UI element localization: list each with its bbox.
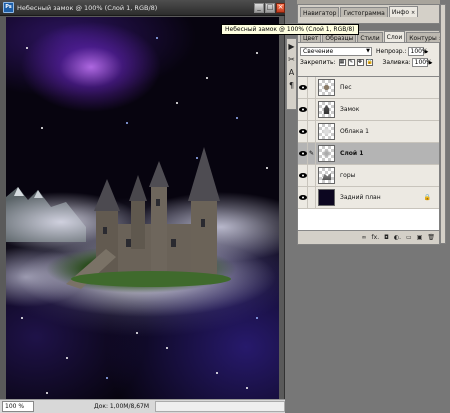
panel-tool-column: ▶ ✂ A ¶ <box>286 38 297 110</box>
eye-icon[interactable] <box>298 164 308 187</box>
castle-graphic <box>66 147 231 289</box>
layer-thumbnail <box>318 189 335 206</box>
minimize-button[interactable]: _ <box>254 3 264 13</box>
layer-link-cell[interactable] <box>308 98 316 121</box>
brush-icon[interactable]: ✎ <box>308 142 316 165</box>
document-size-info: Док: 1,00M/8,67M <box>94 403 150 410</box>
maximize-button[interactable]: □ <box>265 3 275 13</box>
eye-icon[interactable] <box>298 98 308 121</box>
title-tooltip: Небесный замок @ 100% (Слой 1, RGB/8) <box>221 24 359 35</box>
layer-thumbnail <box>318 123 335 140</box>
opacity-label: Непрозр.: <box>376 48 407 55</box>
opacity-field[interactable]: 100% <box>407 47 428 56</box>
document-status-bar: 100 % Док: 1,00M/8,67M ▶ <box>0 399 285 413</box>
layer-thumbnail <box>318 167 335 184</box>
image-canvas[interactable] <box>6 17 279 399</box>
layer-row[interactable]: Замок <box>298 98 439 121</box>
lock-icon: 🔒 <box>423 194 431 201</box>
layer-link-cell[interactable] <box>308 120 316 143</box>
tab-layers[interactable]: Слои <box>383 31 406 42</box>
trash-icon[interactable]: 🗑 <box>427 234 435 241</box>
layer-row[interactable]: Задний план 🔒 <box>298 186 439 209</box>
layer-thumbnail <box>318 79 335 96</box>
layers-panel: Цвет Образцы Стили Слои Контуры× Свечени… <box>297 30 446 245</box>
lock-all-icon[interactable]: 🔒 <box>365 59 373 66</box>
close-panel-icon[interactable]: × <box>411 10 415 16</box>
layer-mask-icon[interactable]: ◘ <box>384 234 389 241</box>
layer-name: Слой 1 <box>340 150 364 157</box>
lock-label: Закрепить: <box>300 59 336 66</box>
layer-style-icon[interactable]: fx. <box>372 234 380 241</box>
fill-label: Заливка: <box>382 59 411 66</box>
tab-navigator[interactable]: Навигатор <box>300 7 340 17</box>
lock-position-icon[interactable]: ✥ <box>356 59 364 66</box>
navigator-tabs: Навигатор Гистограмма Инфо × <box>298 5 439 17</box>
layer-link-cell[interactable] <box>308 164 316 187</box>
tab-info[interactable]: Инфо × <box>388 6 419 17</box>
layer-name: горы <box>340 172 356 179</box>
layers-bottom-toolbar: ∞ fx. ◘ ◐. ▭ ▣ 🗑 <box>298 230 439 244</box>
eye-icon[interactable] <box>298 142 308 165</box>
horizontal-scrollbar[interactable] <box>155 401 285 412</box>
tab-styles[interactable]: Стили <box>357 32 383 42</box>
layer-name: Облака 1 <box>340 128 369 135</box>
document-titlebar[interactable]: Ps Небесный замок @ 100% (Слой 1, RGB/8)… <box>0 0 285 16</box>
play-tool-icon[interactable]: ▶ <box>287 42 296 52</box>
new-layer-icon[interactable]: ▣ <box>417 234 423 241</box>
paragraph-tool-icon[interactable]: ¶ <box>287 81 296 91</box>
scissors-tool-icon[interactable]: ✂ <box>287 55 296 65</box>
eye-icon[interactable] <box>298 186 308 209</box>
layer-link-cell[interactable] <box>308 76 316 99</box>
eye-icon[interactable] <box>298 76 308 99</box>
blend-mode-select[interactable]: Свечение ▼ <box>300 47 372 56</box>
document-title: Небесный замок @ 100% (Слой 1, RGB/8) <box>17 3 158 12</box>
blend-row: Свечение ▼ Непрозр.: 100% ▶ <box>298 46 439 57</box>
layer-thumbnail <box>318 145 335 162</box>
layer-row[interactable]: Облака 1 <box>298 120 439 143</box>
link-layers-icon[interactable]: ∞ <box>362 234 367 241</box>
navigator-panel: Навигатор Гистограмма Инфо × <box>297 4 440 24</box>
layer-row-selected[interactable]: ✎ Слой 1 <box>298 142 439 165</box>
chevron-down-icon: ▼ <box>366 48 370 54</box>
layer-thumbnail <box>318 101 335 118</box>
new-group-icon[interactable]: ▭ <box>406 234 412 241</box>
fill-field[interactable]: 100% <box>411 58 432 67</box>
adjustment-layer-icon[interactable]: ◐. <box>394 234 401 241</box>
close-button[interactable]: × <box>276 3 285 13</box>
lock-transparency-icon[interactable]: ▦ <box>338 59 346 66</box>
zoom-level-field[interactable]: 100 % <box>2 401 34 412</box>
photoshop-doc-icon: Ps <box>3 2 14 13</box>
panel-side-edge <box>440 4 446 244</box>
layer-link-cell[interactable] <box>308 186 316 209</box>
lock-options: ▦ ✎ ✥ 🔒 <box>338 59 375 66</box>
layer-name: Задний план <box>340 194 381 201</box>
tab-paths-label: Контуры <box>409 35 437 42</box>
lock-row: Закрепить: ▦ ✎ ✥ 🔒 Заливка: 100% ▶ <box>298 57 439 68</box>
character-tool-icon[interactable]: A <box>287 68 296 78</box>
blend-mode-value: Свечение <box>303 48 334 55</box>
layer-list: Пес Замок Облака 1 ✎ Слой 1 горы Задний … <box>298 76 439 231</box>
layer-name: Замок <box>340 106 360 113</box>
eye-icon[interactable] <box>298 120 308 143</box>
layer-row[interactable]: горы <box>298 164 439 187</box>
document-window: Ps Небесный замок @ 100% (Слой 1, RGB/8)… <box>0 0 285 413</box>
tab-info-label: Инфо <box>391 9 410 16</box>
tab-histogram[interactable]: Гистограмма <box>340 7 388 17</box>
lock-pixels-icon[interactable]: ✎ <box>347 59 355 66</box>
fill-slider-arrow-icon[interactable]: ▶ <box>429 60 433 66</box>
opacity-slider-arrow-icon[interactable]: ▶ <box>425 49 429 55</box>
layer-name: Пес <box>340 84 352 91</box>
layer-row[interactable]: Пес <box>298 76 439 99</box>
